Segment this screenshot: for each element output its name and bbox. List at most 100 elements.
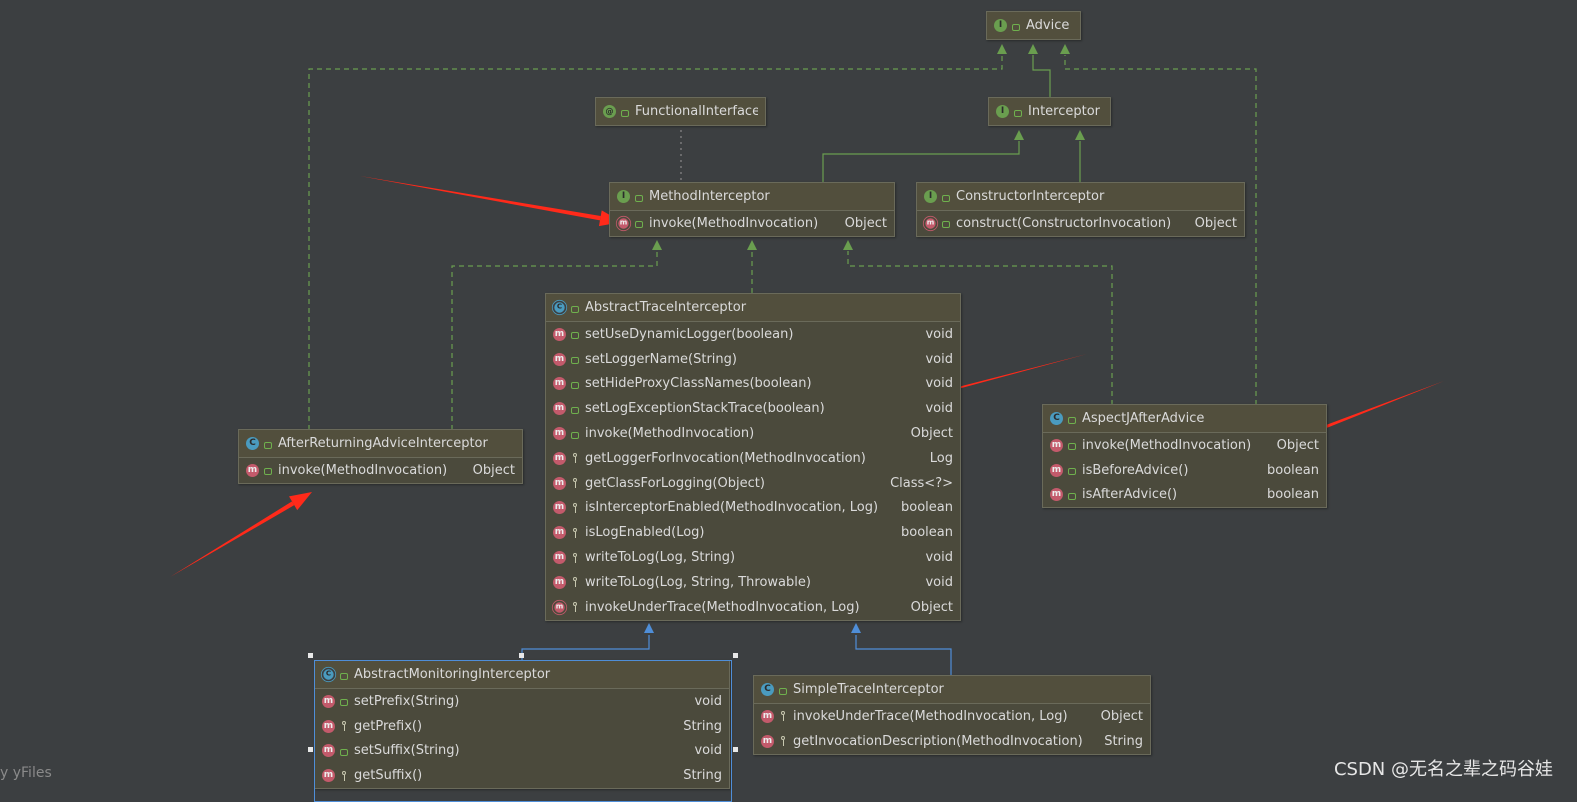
node-method-interceptor[interactable]: I MethodInterceptor m invoke(MethodInvocati… — [609, 182, 895, 237]
public-visibility-icon — [1068, 443, 1076, 451]
resize-handle[interactable] — [733, 653, 738, 658]
class-icon: C — [246, 437, 259, 450]
protected-visibility-icon — [571, 552, 579, 563]
method-icon: m — [553, 402, 566, 416]
public-visibility-icon — [571, 431, 579, 439]
selection-outline — [314, 660, 732, 802]
protected-visibility-icon — [571, 478, 579, 489]
node-advice[interactable]: I Advice — [986, 11, 1081, 40]
node-constructor-interceptor[interactable]: I ConstructorInterceptor m construct(Constr… — [916, 182, 1245, 237]
method-icon: m — [553, 352, 566, 366]
public-visibility-icon — [635, 194, 643, 202]
method-return-type: boolean — [1267, 462, 1319, 478]
method-name: isAfterAdvice() — [1082, 487, 1178, 503]
annotation-icon: @ — [603, 105, 616, 118]
extends-edge — [521, 635, 650, 660]
annotation-arrow-shaft — [170, 501, 295, 577]
method-return-type: void — [925, 376, 953, 392]
node-header: C AbstractTraceInterceptor — [546, 294, 960, 322]
public-visibility-icon — [1012, 23, 1020, 31]
method-name: construct(ConstructorInvocation) — [956, 215, 1172, 231]
method-name: setHideProxyClassNames(boolean) — [585, 376, 812, 392]
protected-visibility-icon — [571, 577, 579, 588]
node-title: MethodInterceptor — [649, 189, 770, 204]
method-return-type: Object — [844, 215, 887, 231]
method-row[interactable]: m getLoggerForInvocation(MethodInvocation… — [546, 446, 960, 471]
node-aspectj-after-advice[interactable]: C AspectJAfterAdvice m invoke(MethodInvocat… — [1042, 404, 1327, 509]
method-return-type: Object — [910, 599, 953, 615]
method-row[interactable]: m getClassForLogging(Object) Class<?> — [546, 471, 960, 496]
method-icon: m — [246, 463, 259, 477]
node-simple-trace-interceptor[interactable]: C SimpleTraceInterceptor m invokeUnderTrace… — [753, 675, 1151, 755]
protected-visibility-icon — [779, 711, 787, 722]
method-row[interactable]: m getInvocationDescription(MethodInvocati… — [754, 729, 1150, 754]
method-row[interactable]: m setLoggerName(String) void — [546, 347, 960, 372]
method-icon: m — [925, 218, 936, 229]
annotation-arrowhead — [289, 492, 312, 511]
interface-icon: I — [994, 19, 1007, 32]
node-after-returning-advice-interceptor[interactable]: C AfterReturningAdviceInterceptor m invoke(… — [238, 429, 523, 484]
resize-handle[interactable] — [519, 653, 524, 658]
method-icon: m — [553, 476, 566, 490]
method-row[interactable]: m isInterceptorEnabled(MethodInvocation, … — [546, 496, 960, 521]
node-title: AspectJAfterAdvice — [1082, 411, 1205, 426]
node-header: C SimpleTraceInterceptor — [754, 676, 1150, 704]
method-row[interactable]: m invokeUnderTrace(MethodInvocation, Log)… — [754, 704, 1150, 729]
method-icon: m — [1050, 488, 1063, 502]
method-icon: m — [618, 218, 629, 229]
method-row[interactable]: m setUseDynamicLogger(boolean) void — [546, 322, 960, 347]
arrowhead — [1060, 44, 1070, 54]
method-row[interactable]: m isBeforeAdvice() boolean — [1043, 458, 1326, 483]
public-visibility-icon — [942, 194, 950, 202]
method-return-type: void — [925, 401, 953, 417]
method-icon: m — [553, 526, 566, 540]
node-abstract-trace-interceptor[interactable]: C AbstractTraceInterceptor m setUseDynamicL… — [545, 293, 961, 621]
method-return-type: void — [925, 574, 953, 590]
method-row[interactable]: m isAfterAdvice() boolean — [1043, 483, 1326, 508]
public-visibility-icon — [571, 406, 579, 414]
public-visibility-icon — [635, 221, 643, 229]
method-row[interactable]: m setHideProxyClassNames(boolean) void — [546, 372, 960, 397]
node-title: ConstructorInterceptor — [956, 189, 1105, 204]
method-row[interactable]: m construct(ConstructorInvocation) Object — [917, 211, 1244, 236]
method-return-type: void — [925, 326, 953, 342]
method-row[interactable]: m invoke(MethodInvocation) Object — [239, 458, 522, 483]
node-title: FunctionalInterface — [635, 104, 758, 119]
public-visibility-icon — [942, 221, 950, 229]
method-row[interactable]: m invoke(MethodInvocation) Object — [610, 211, 894, 236]
arrowhead — [997, 44, 1007, 54]
node-title: AbstractTraceInterceptor — [585, 300, 747, 315]
protected-visibility-icon — [571, 602, 579, 613]
method-name: setLoggerName(String) — [585, 351, 737, 367]
node-functional-interface[interactable]: @ FunctionalInterface — [595, 97, 766, 126]
method-name: getInvocationDescription(MethodInvocatio… — [793, 733, 1083, 749]
arrowhead — [747, 240, 757, 250]
method-name: writeToLog(Log, String, Throwable) — [585, 574, 811, 590]
public-visibility-icon — [571, 305, 579, 313]
node-interceptor[interactable]: I Interceptor — [988, 97, 1111, 126]
method-row[interactable]: m invoke(MethodInvocation) Object — [546, 421, 960, 446]
node-title: Advice — [1026, 18, 1070, 33]
class-icon: C — [1050, 412, 1063, 425]
method-return-type: void — [925, 351, 953, 367]
method-row[interactable]: m invokeUnderTrace(MethodInvocation, Log)… — [546, 595, 960, 620]
public-visibility-icon — [1068, 468, 1076, 476]
method-return-type: String — [1104, 733, 1143, 749]
method-return-type: Object — [1194, 215, 1237, 231]
method-icon: m — [553, 451, 566, 465]
method-icon: m — [553, 377, 566, 391]
resize-handle[interactable] — [733, 747, 738, 752]
method-row[interactable]: m isLogEnabled(Log) boolean — [546, 520, 960, 545]
node-title: AfterReturningAdviceInterceptor — [278, 436, 488, 451]
method-row[interactable]: m writeToLog(Log, String) void — [546, 545, 960, 570]
node-header: C AfterReturningAdviceInterceptor — [239, 430, 522, 458]
method-return-type: boolean — [901, 500, 953, 516]
method-row[interactable]: m setLogExceptionStackTrace(boolean) void — [546, 396, 960, 421]
method-row[interactable]: m invoke(MethodInvocation) Object — [1043, 433, 1326, 458]
resize-handle[interactable] — [308, 653, 313, 658]
method-name: setLogExceptionStackTrace(boolean) — [585, 401, 825, 417]
method-return-type: Log — [929, 450, 953, 466]
method-name: isBeforeAdvice() — [1082, 462, 1189, 478]
method-row[interactable]: m writeToLog(Log, String, Throwable) void — [546, 570, 960, 595]
resize-handle[interactable] — [308, 747, 313, 752]
